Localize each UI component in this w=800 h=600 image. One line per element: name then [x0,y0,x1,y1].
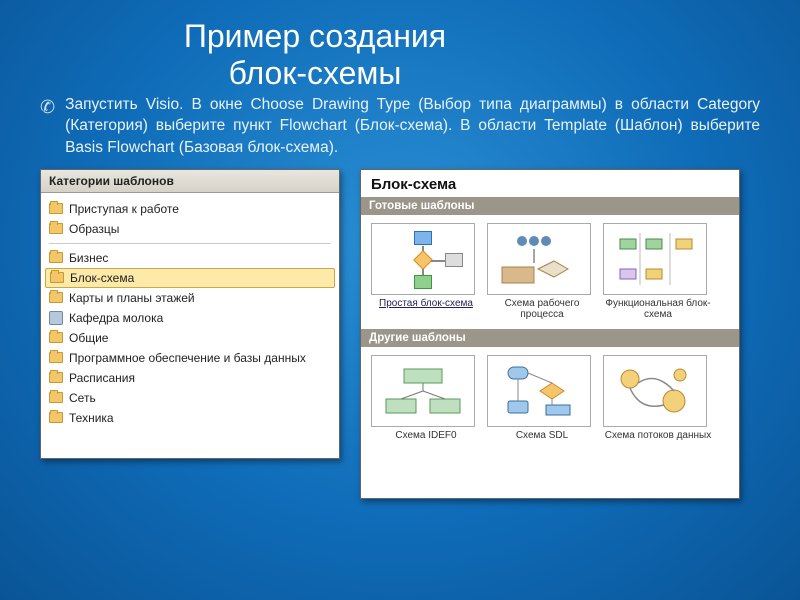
template-thumb [371,355,475,427]
category-item[interactable]: Сеть [41,388,339,408]
folder-icon [49,372,63,383]
template-thumb [487,223,591,295]
folder-icon [49,223,63,234]
category-item[interactable]: Расписания [41,368,339,388]
category-item[interactable]: Образцы [41,219,339,239]
template-thumb [603,223,707,295]
category-item[interactable]: Программное обеспечение и базы данных [41,348,339,368]
template-item[interactable]: Функциональная блок-схема [603,223,713,321]
templates-section-ready: Готовые шаблоны [361,197,739,215]
templates-section-other: Другие шаблоны [361,329,739,347]
category-item[interactable]: Кафедра молока [41,308,339,328]
slide-title: Пример создания блок-схемы [0,0,540,94]
folder-icon [49,332,63,343]
folder-icon [49,352,63,363]
categories-list: Приступая к работе Образцы Бизнес Блок-с… [41,193,339,434]
template-thumb [371,223,475,295]
template-label: Схема IDEF0 [371,430,481,442]
template-item[interactable]: Схема SDL [487,355,597,442]
category-item[interactable]: Общие [41,328,339,348]
generic-icon [49,311,63,325]
template-item[interactable]: Простая блок-схема [371,223,481,321]
templates-title: Блок-схема [361,170,739,197]
category-item[interactable]: Бизнес [41,248,339,268]
template-thumb [603,355,707,427]
template-label: Схема потоков данных [603,430,713,442]
folder-icon [49,252,63,263]
categories-panel: Категории шаблонов Приступая к работе Об… [40,169,340,459]
templates-grid-ready: Простая блок-схема Схема рабочего процес… [361,215,739,329]
folder-icon [49,392,63,403]
phone-icon: ✆ [40,97,55,118]
template-label: Функциональная блок-схема [603,298,713,321]
template-item[interactable]: Схема IDEF0 [371,355,481,442]
category-item[interactable]: Карты и планы этажей [41,288,339,308]
folder-icon [49,292,63,303]
template-item[interactable]: Схема потоков данных [603,355,713,442]
template-item[interactable]: Схема рабочего процесса [487,223,597,321]
templates-panel: Блок-схема Готовые шаблоны Простая блок-… [360,169,740,499]
template-label: Схема рабочего процесса [487,298,597,321]
slide-body-text: Запустить Visio. В окне Choose Drawing T… [65,94,760,159]
category-item-selected[interactable]: Блок-схема [45,268,335,288]
template-label: Простая блок-схема [371,298,481,310]
folder-icon [50,272,64,283]
templates-grid-other: Схема IDEF0 Схема SDL [361,347,739,450]
category-item[interactable]: Техника [41,408,339,428]
template-label: Схема SDL [487,430,597,442]
category-item[interactable]: Приступая к работе [41,199,339,219]
folder-icon [49,203,63,214]
template-thumb [487,355,591,427]
categories-header: Категории шаблонов [41,170,339,193]
folder-icon [49,412,63,423]
